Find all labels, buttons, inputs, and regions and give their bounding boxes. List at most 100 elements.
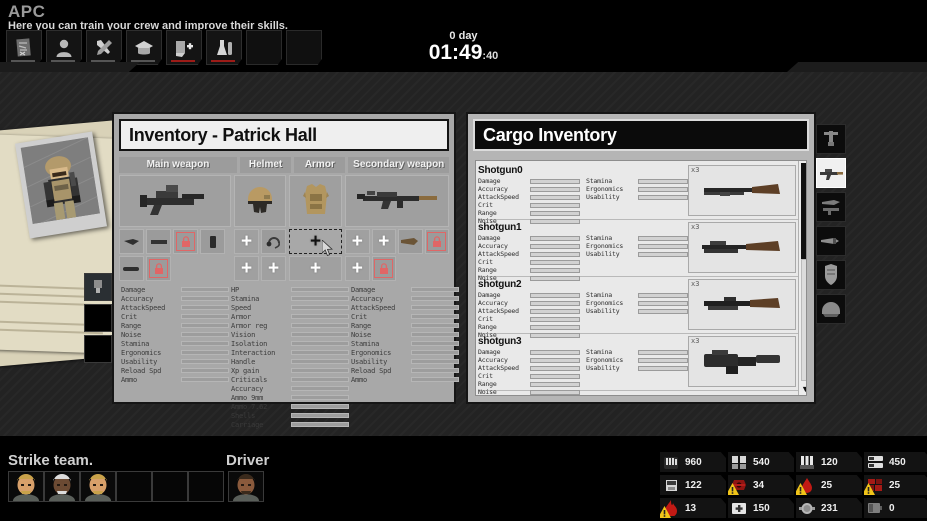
crew-slot-filled[interactable] <box>44 471 80 502</box>
material-icon <box>864 476 885 495</box>
cargo-item[interactable]: shotgun2 Damage Accuracy AttackSpeed Crit Ran… <box>478 277 798 339</box>
cargo-item-thumbnail[interactable]: x3 <box>688 336 796 387</box>
resource-food: 231 <box>796 498 862 518</box>
stat-bar <box>411 287 459 292</box>
stat-bar <box>291 404 349 409</box>
stat-bar <box>411 323 459 328</box>
cargo-scrollbar-thumb[interactable] <box>801 163 806 259</box>
equipped-main-weapon-slot[interactable] <box>119 175 231 227</box>
cargo-item[interactable]: shotgun3 Damage Accuracy AttackSpeed Crit Ran… <box>478 334 798 395</box>
cargo-stat-row: Stamina <box>586 291 688 299</box>
filter-launcher[interactable] <box>816 192 846 222</box>
mod-stock-slot[interactable] <box>398 229 423 254</box>
cargo-stat-label: Crit <box>478 201 493 209</box>
secondary-add-slot-3[interactable]: + <box>345 256 370 281</box>
mod-magazine-slot[interactable] <box>200 229 225 254</box>
armor-add-slot-selected[interactable]: + <box>289 229 342 254</box>
stat-row: Stamina <box>121 339 229 348</box>
cargo-scrollbar-track[interactable] <box>801 259 806 381</box>
body-armor-icon <box>302 182 330 221</box>
resource-value: 960 <box>685 456 702 468</box>
mini-slot-1[interactable] <box>84 273 112 301</box>
cargo-item-quantity: x3 <box>691 166 700 174</box>
locked-mod-slot-1[interactable] <box>173 229 198 254</box>
stat-label: Crit <box>121 312 138 321</box>
locked-mod-slot-4[interactable] <box>371 256 397 281</box>
equipped-armor-slot[interactable] <box>289 175 342 227</box>
cargo-stat-label: Damage <box>478 177 501 185</box>
filter-knife[interactable] <box>816 226 846 256</box>
crew-slot-empty[interactable] <box>152 471 188 502</box>
cargo-item-thumbnail[interactable]: x3 <box>688 222 796 273</box>
cargo-item-stats: Damage Accuracy AttackSpeed Crit Range Noise S… <box>478 291 688 339</box>
mini-slot-2[interactable] <box>84 304 112 332</box>
column-header-helmet: Helmet <box>239 157 292 173</box>
stat-bar <box>291 377 349 382</box>
cargo-stat-bar <box>638 251 688 257</box>
stat-label: Usability <box>121 357 158 366</box>
cargo-stat-bar <box>530 186 580 192</box>
locked-mod-slot-3[interactable] <box>424 229 449 254</box>
cargo-scrollbar[interactable]: ▼ <box>798 161 806 395</box>
driver-slot[interactable] <box>228 471 264 502</box>
armor-add-slot-2[interactable]: + <box>289 256 342 281</box>
secondary-add-slot-1[interactable]: + <box>345 229 370 254</box>
cargo-item[interactable]: shotgun1 Damage Accuracy AttackSpeed Crit Ran… <box>478 220 798 282</box>
strike-team-label: Strike team. <box>8 452 94 469</box>
cargo-item-stats: Damage Accuracy AttackSpeed Crit Range Noise S… <box>478 177 688 225</box>
stat-label: Noise <box>121 330 142 339</box>
stat-label: Range <box>121 321 142 330</box>
cargo-stat-label: AttackSpeed <box>478 307 519 315</box>
driver-slots <box>228 471 264 502</box>
mod-rail-slot[interactable] <box>146 229 171 254</box>
cargo-item-thumbnail[interactable]: x3 <box>688 279 796 330</box>
mod-headset-slot[interactable] <box>261 229 286 254</box>
mod-grip-slot[interactable] <box>119 256 144 281</box>
filter-rifle[interactable] <box>816 158 846 188</box>
cargo-stat-bar <box>530 178 580 184</box>
crew-slot-empty[interactable] <box>188 471 224 502</box>
cargo-panel: Cargo Inventory Shotgun0 Damage Accuracy At… <box>466 112 816 404</box>
cargo-stat-bar <box>530 357 580 363</box>
resource-battery: 0 <box>864 498 927 518</box>
filter-armor[interactable] <box>816 260 846 290</box>
stat-row: Crit <box>121 312 229 321</box>
filter-helmet[interactable] <box>816 294 846 324</box>
equipped-helmet-slot[interactable] <box>234 175 286 227</box>
food-icon <box>797 499 817 517</box>
mini-slot-3[interactable] <box>84 335 112 363</box>
cargo-stat-label: Accuracy <box>478 299 508 307</box>
cargo-stat-bar <box>530 235 580 241</box>
cargo-item-name: shotgun1 <box>478 222 522 233</box>
cargo-stat-row: Damage <box>478 348 580 356</box>
crew-slot-empty[interactable] <box>116 471 152 502</box>
secondary-add-slot-2[interactable]: + <box>371 229 396 254</box>
cargo-stat-bar <box>638 349 688 355</box>
cargo-stat-bar <box>530 194 580 200</box>
resource-value: 0 <box>889 502 895 514</box>
equipped-secondary-weapon-slot[interactable] <box>345 175 449 227</box>
cargo-item-thumbnail[interactable]: x3 <box>688 165 796 216</box>
stat-bar <box>291 395 349 400</box>
cargo-stats-left: Damage Accuracy AttackSpeed Crit Range Noise <box>478 234 580 282</box>
helmet-add-slot-1[interactable]: + <box>234 229 259 254</box>
assault-rifle-icon <box>353 185 441 218</box>
locked-mod-slot-2[interactable] <box>146 256 171 281</box>
resource-grid: 960 540 120 450 122 34 25 25 13 150 231 0 <box>660 452 927 519</box>
main-weapon-empty-cell-1 <box>173 256 198 281</box>
helmet-add-slot-2[interactable]: + <box>234 256 259 281</box>
cargo-item[interactable]: Shotgun0 Damage Accuracy AttackSpeed Crit Ran… <box>478 163 798 225</box>
cargo-item-name: Shotgun0 <box>478 165 523 176</box>
cargo-scroll-down-arrow[interactable]: ▼ <box>799 384 806 394</box>
filter-tool[interactable] <box>816 124 846 154</box>
mod-muzzle-slot[interactable] <box>119 229 144 254</box>
cargo-stat-bar <box>638 300 688 306</box>
stat-bar <box>411 332 459 337</box>
helmet-add-slot-3[interactable]: + <box>261 256 286 281</box>
stat-bar <box>411 314 459 319</box>
crew-slot-filled[interactable] <box>80 471 116 502</box>
crew-slot-filled[interactable] <box>8 471 44 502</box>
stat-label: Shells <box>231 411 256 420</box>
lock-icon <box>149 259 168 278</box>
resource-magazine: 450 <box>864 452 927 472</box>
